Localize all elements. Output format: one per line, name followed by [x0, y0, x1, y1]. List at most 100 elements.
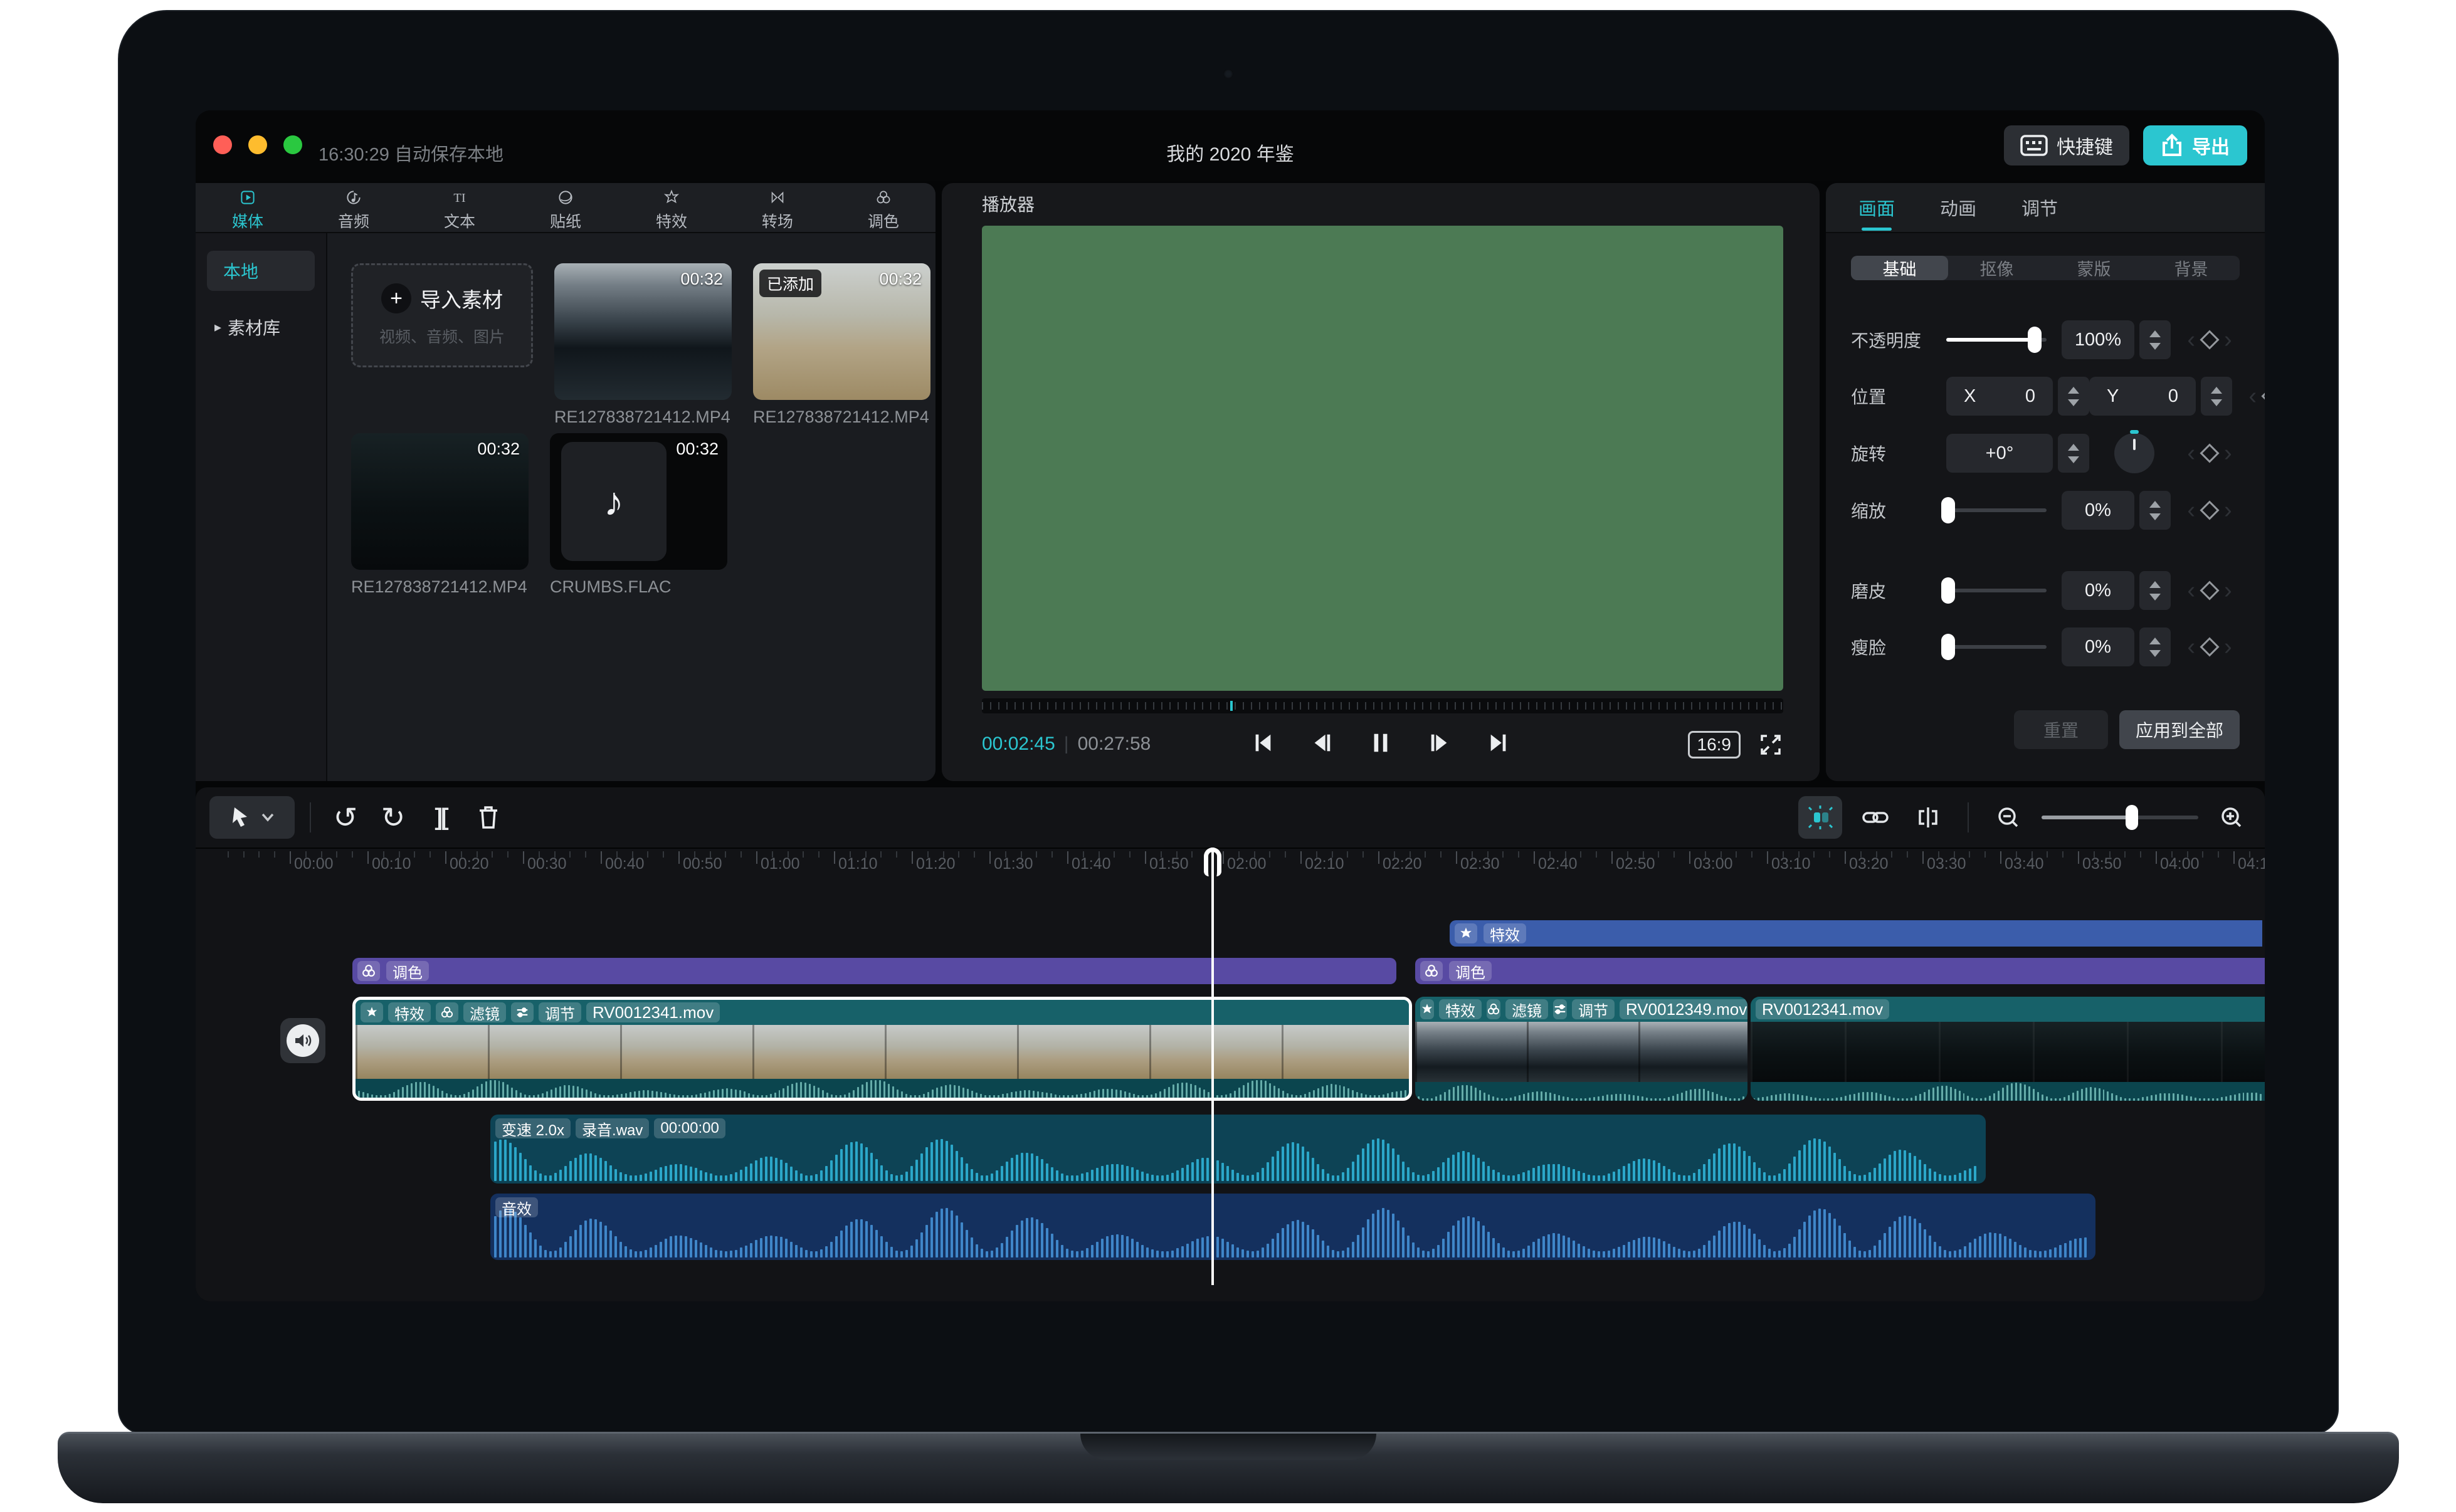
prev-keyframe-icon[interactable]: ‹ — [2187, 498, 2195, 522]
color-track-clip[interactable]: 调色 — [1415, 958, 2265, 984]
tab-effects[interactable]: 特效 — [656, 189, 687, 232]
zoom-in-button[interactable] — [2212, 796, 2251, 839]
rotation-knob[interactable] — [2114, 430, 2154, 473]
keyframe-icon[interactable] — [2200, 330, 2220, 350]
next-keyframe-icon[interactable]: › — [2224, 635, 2232, 659]
media-item[interactable]: 已添加 00:32 RE127838721412.MP4 — [753, 263, 930, 427]
audio-thumbnail[interactable]: ♪ 00:32 — [550, 433, 727, 570]
delete-button[interactable] — [469, 796, 508, 839]
next-keyframe-icon[interactable]: › — [2224, 328, 2232, 352]
position-y-field[interactable]: Y0 — [2089, 377, 2196, 416]
slim-face-slider[interactable] — [1941, 634, 2047, 660]
prev-keyframe-icon[interactable]: ‹ — [2248, 384, 2257, 408]
timeline-ruler[interactable]: 00:00 00:10 00:20 00:30 00:40 00:50 01:00 01:10… — [196, 850, 2265, 879]
slim-face-value[interactable]: 0% — [2062, 627, 2134, 666]
slider-knob[interactable] — [2027, 327, 2042, 353]
keyframe-icon[interactable] — [2261, 386, 2265, 406]
tab-adjust[interactable]: 调节 — [2020, 183, 2059, 232]
opacity-stepper[interactable] — [2139, 320, 2171, 359]
split-preview-button[interactable] — [1909, 796, 1947, 839]
skip-to-end-button[interactable] — [1487, 731, 1510, 755]
smooth-skin-stepper[interactable] — [2139, 571, 2171, 610]
redo-button[interactable]: ↻ — [374, 796, 413, 839]
pause-button[interactable] — [1369, 731, 1393, 755]
player-scrub-strip[interactable] — [982, 698, 1783, 713]
subtab-basic[interactable]: 基础 — [1851, 256, 1948, 280]
position-y-stepper[interactable] — [2201, 377, 2232, 416]
tab-stickers[interactable]: 贴纸 — [550, 189, 581, 232]
tab-media[interactable]: 媒体 — [232, 189, 263, 232]
position-x-stepper[interactable] — [2058, 377, 2089, 416]
opacity-slider[interactable] — [1946, 327, 2047, 353]
scale-value[interactable]: 0% — [2062, 491, 2134, 530]
track-mute-button[interactable] — [280, 1018, 325, 1063]
tab-text[interactable]: TI 文本 — [444, 189, 475, 232]
sidebar-item-local[interactable]: 本地 — [207, 251, 315, 291]
playhead-handle[interactable] — [1204, 848, 1221, 876]
undo-button[interactable]: ↺ — [326, 796, 365, 839]
next-keyframe-icon[interactable]: › — [2224, 441, 2232, 465]
sidebar-item-library[interactable]: ▸ 素材库 — [207, 307, 315, 347]
tab-animation[interactable]: 动画 — [1939, 183, 1978, 232]
tab-color[interactable]: 调色 — [868, 189, 899, 232]
keyframe-icon[interactable] — [2200, 443, 2220, 463]
select-tool-button[interactable] — [209, 796, 295, 839]
skip-to-start-button[interactable] — [1251, 731, 1275, 755]
media-item[interactable]: 00:32 RE127838721412.MP4 — [351, 433, 529, 597]
slider-knob[interactable] — [1941, 577, 1956, 604]
media-item[interactable]: ♪ 00:32 CRUMBS.FLAC — [550, 433, 727, 597]
color-track-clip[interactable]: 调色 — [352, 958, 1396, 984]
prev-keyframe-icon[interactable]: ‹ — [2187, 579, 2195, 602]
export-button[interactable]: 导出 — [2143, 125, 2247, 165]
video-thumbnail[interactable]: 00:32 — [554, 263, 732, 400]
auto-snap-toggle[interactable] — [1798, 796, 1842, 839]
next-frame-button[interactable] — [1428, 731, 1452, 755]
link-clips-button[interactable] — [1856, 796, 1895, 839]
tab-audio[interactable]: 音频 — [338, 189, 369, 232]
scale-slider[interactable] — [1941, 497, 2047, 523]
slider-knob[interactable] — [2126, 805, 2138, 830]
timeline-zoom-slider[interactable] — [2042, 805, 2198, 830]
split-clip-button[interactable]: ][ — [421, 796, 460, 839]
smooth-skin-value[interactable]: 0% — [2062, 571, 2134, 610]
tab-picture[interactable]: 画面 — [1857, 183, 1896, 232]
keyframe-icon[interactable] — [2200, 580, 2220, 601]
prev-keyframe-icon[interactable]: ‹ — [2187, 328, 2195, 352]
reset-button[interactable]: 重置 — [2013, 710, 2108, 749]
keyframe-icon[interactable] — [2200, 637, 2220, 657]
subtab-background[interactable]: 背景 — [2142, 256, 2240, 280]
video-thumbnail[interactable]: 已添加 00:32 — [753, 263, 930, 400]
apply-to-all-button[interactable]: 应用到全部 — [2119, 710, 2240, 749]
opacity-value[interactable]: 100% — [2062, 320, 2134, 359]
prev-keyframe-icon[interactable]: ‹ — [2187, 441, 2195, 465]
playhead[interactable] — [1204, 848, 1221, 1285]
media-item[interactable]: 00:32 RE127838721412.MP4 — [554, 263, 732, 427]
effect-track-clip[interactable]: 特效 — [1450, 920, 2262, 947]
aspect-ratio-button[interactable]: 16:9 — [1687, 731, 1741, 759]
video-clip[interactable]: RV0012341.mov — [1751, 997, 2265, 1101]
next-keyframe-icon[interactable]: › — [2224, 579, 2232, 602]
next-keyframe-icon[interactable]: › — [2224, 498, 2232, 522]
slider-knob[interactable] — [1941, 634, 1956, 660]
zoom-out-button[interactable] — [1989, 796, 2028, 839]
subtab-mask[interactable]: 蒙版 — [2045, 256, 2142, 280]
position-x-field[interactable]: X0 — [1946, 377, 2053, 416]
fullscreen-icon[interactable] — [1758, 732, 1783, 757]
slim-face-stepper[interactable] — [2139, 627, 2171, 666]
rotation-value[interactable]: +0° — [1946, 434, 2053, 473]
rotation-stepper[interactable] — [2058, 434, 2089, 473]
smooth-skin-slider[interactable] — [1941, 577, 2047, 604]
subtab-chroma-key[interactable]: 抠像 — [1948, 256, 2045, 280]
tab-transitions[interactable]: 转场 — [762, 189, 793, 232]
audio-clip-recording[interactable]: 变速 2.0x 录音.wav 00:00:00 — [490, 1115, 1986, 1184]
import-media-button[interactable]: + 导入素材 视频、音频、图片 — [351, 263, 533, 367]
player-viewport[interactable] — [982, 226, 1783, 691]
previous-frame-button[interactable] — [1310, 731, 1334, 755]
prev-keyframe-icon[interactable]: ‹ — [2187, 635, 2195, 659]
shortcuts-button[interactable]: 快捷键 — [2004, 125, 2129, 165]
slider-knob[interactable] — [1941, 497, 1956, 523]
audio-clip-sfx[interactable]: 音效 — [490, 1194, 2095, 1260]
video-thumbnail[interactable]: 00:32 — [351, 433, 529, 570]
keyframe-icon[interactable] — [2200, 500, 2220, 520]
video-clip[interactable]: 特效 滤镜 调节 RV0012341.mov — [352, 997, 1412, 1101]
